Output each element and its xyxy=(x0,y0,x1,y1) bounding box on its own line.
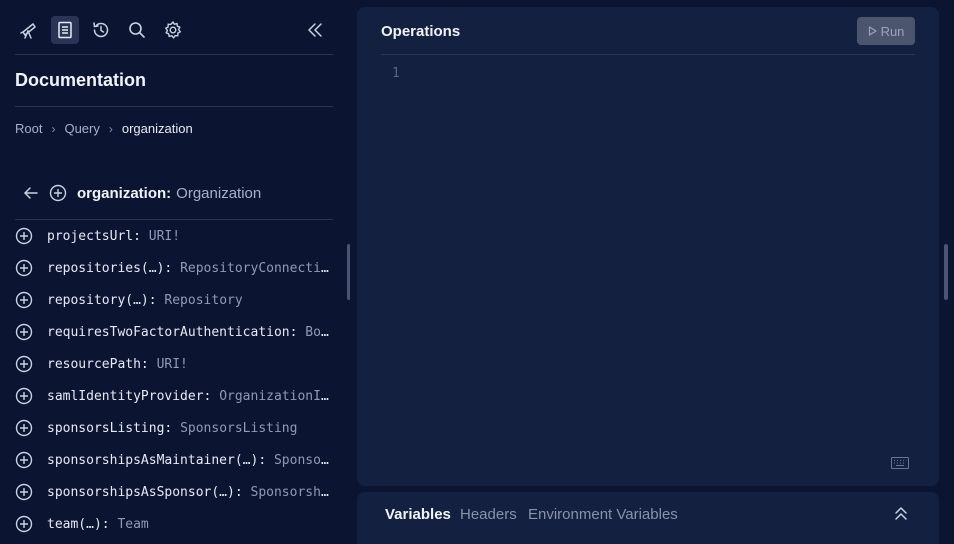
plus-circle-icon[interactable] xyxy=(15,323,47,341)
field-row-type[interactable]: Repository xyxy=(164,293,242,308)
docs-title: Documentation xyxy=(15,70,147,90)
search-icon xyxy=(129,22,145,38)
explorer-icon xyxy=(20,22,37,39)
code-input-area[interactable] xyxy=(417,62,915,442)
field-text: sponsorshipsAsSponsor(…): SponsorshipCon… xyxy=(47,485,333,500)
field-row[interactable]: team(…): Team xyxy=(15,508,333,540)
field-row[interactable]: sponsorshipsAsSponsor(…): SponsorshipCon… xyxy=(15,476,333,508)
editor-divider xyxy=(381,54,915,55)
tab-environment-variables[interactable]: Environment Variables xyxy=(528,506,678,523)
back-button[interactable] xyxy=(15,181,43,205)
docs-icon xyxy=(58,21,72,39)
field-row[interactable]: requiresTwoFactorAuthentication: Boolean xyxy=(15,316,333,348)
breadcrumb-query[interactable]: Query xyxy=(64,121,99,136)
field-row-name[interactable]: repository(…): xyxy=(47,293,157,308)
field-row[interactable]: samlIdentityProvider: OrganizationIdenti… xyxy=(15,380,333,412)
breadcrumb-root[interactable]: Root xyxy=(15,121,42,136)
plus-circle-icon[interactable] xyxy=(15,259,47,277)
sidebar-toolbar xyxy=(15,16,333,46)
field-row-type[interactable]: OrganizationIdentityProvider xyxy=(219,389,333,404)
fields-list: projectsUrl: URI! repositories(…): Reposi… xyxy=(15,220,333,540)
toolbar-divider xyxy=(15,54,333,55)
field-row-name[interactable]: resourcePath: xyxy=(47,357,149,372)
field-row-name[interactable]: repositories(…): xyxy=(47,261,172,276)
editor-scrollbar[interactable] xyxy=(944,244,948,300)
sidebar-scrollbar[interactable] xyxy=(347,244,350,300)
field-text: projectsUrl: URI! xyxy=(47,229,333,244)
tab-variables[interactable]: Variables xyxy=(385,506,451,523)
field-row[interactable]: repository(…): Repository xyxy=(15,284,333,316)
field-row-type[interactable]: URI! xyxy=(149,229,180,244)
field-row-name[interactable]: team(…): xyxy=(47,517,110,532)
field-row[interactable]: sponsorsListing: SponsorsListing xyxy=(15,412,333,444)
field-text: sponsorsListing: SponsorsListing xyxy=(47,421,333,436)
operations-title: Operations xyxy=(381,23,461,40)
field-row-type[interactable]: URI! xyxy=(157,357,188,372)
double-chevron-up-icon[interactable] xyxy=(893,505,909,521)
field-row[interactable]: repositories(…): RepositoryConnection! xyxy=(15,252,333,284)
field-row-name[interactable]: projectsUrl: xyxy=(47,229,141,244)
tab-headers[interactable]: Headers xyxy=(460,506,517,523)
field-header: organization: Organization xyxy=(15,181,333,205)
history-icon xyxy=(93,22,109,38)
bottom-panel: Variables Headers Environment Variables xyxy=(357,492,939,544)
double-chevron-left-icon xyxy=(308,23,322,37)
docs-button[interactable] xyxy=(51,16,79,44)
collapse-sidebar-button[interactable] xyxy=(301,16,329,44)
field-row-type[interactable]: SponsorshipConnection! xyxy=(251,485,334,500)
field-row-type[interactable]: SponsorsListing xyxy=(180,421,297,436)
play-icon xyxy=(868,26,877,36)
settings-button[interactable] xyxy=(159,16,187,44)
explorer-button[interactable] xyxy=(15,16,43,44)
field-row-type[interactable]: Team xyxy=(117,517,148,532)
arrow-left-icon xyxy=(24,187,38,199)
add-field-button[interactable] xyxy=(49,181,75,205)
field-text: samlIdentityProvider: OrganizationIdenti… xyxy=(47,389,333,404)
run-button[interactable]: Run xyxy=(857,17,915,45)
field-text: resourcePath: URI! xyxy=(47,357,333,372)
title-divider xyxy=(15,106,333,107)
breadcrumb-separator-icon: › xyxy=(51,121,56,136)
docs-sidebar: Documentation Root › Query › organizatio… xyxy=(0,0,350,544)
field-row-name[interactable]: sponsorshipsAsSponsor(…): xyxy=(47,485,243,500)
field-text: repositories(…): RepositoryConnection! xyxy=(47,261,333,276)
operations-editor: Operations Run 1 xyxy=(357,7,939,486)
breadcrumb: Root › Query › organization xyxy=(15,121,193,136)
field-text: team(…): Team xyxy=(47,517,333,532)
plus-circle-icon[interactable] xyxy=(15,483,47,501)
plus-circle-icon[interactable] xyxy=(15,419,47,437)
plus-circle-icon xyxy=(49,184,67,202)
field-row-name[interactable]: sponsorshipsAsMaintainer(…): xyxy=(47,453,266,468)
field-text: repository(…): Repository xyxy=(47,293,333,308)
field-row[interactable]: sponsorshipsAsMaintainer(…): Sponsorship… xyxy=(15,444,333,476)
field-text: requiresTwoFactorAuthentication: Boolean xyxy=(47,325,333,340)
breadcrumb-separator-icon: › xyxy=(108,121,113,136)
plus-circle-icon[interactable] xyxy=(15,291,47,309)
field-row-name[interactable]: requiresTwoFactorAuthentication: xyxy=(47,325,297,340)
keyboard-shortcuts-icon[interactable] xyxy=(891,457,909,469)
field-row-name[interactable]: sponsorsListing: xyxy=(47,421,172,436)
history-button[interactable] xyxy=(87,16,115,44)
run-label: Run xyxy=(880,23,905,39)
field-row-type[interactable]: Boolean xyxy=(305,325,333,340)
plus-circle-icon[interactable] xyxy=(15,515,47,533)
field-row-type[interactable]: RepositoryConnection! xyxy=(180,261,333,276)
plus-circle-icon[interactable] xyxy=(15,227,47,245)
field-name: organization: xyxy=(77,184,172,202)
gear-icon xyxy=(164,20,182,39)
search-button[interactable] xyxy=(123,16,151,44)
field-row-type[interactable]: SponsorshipConnection! xyxy=(274,453,333,468)
line-number: 1 xyxy=(392,66,400,81)
field-row[interactable]: projectsUrl: URI! xyxy=(15,220,333,252)
field-row-name[interactable]: samlIdentityProvider: xyxy=(47,389,211,404)
field-type-link[interactable]: Organization xyxy=(176,185,261,202)
field-text: sponsorshipsAsMaintainer(…): Sponsorship… xyxy=(47,453,333,468)
plus-circle-icon[interactable] xyxy=(15,451,47,469)
plus-circle-icon[interactable] xyxy=(15,355,47,373)
field-row[interactable]: resourcePath: URI! xyxy=(15,348,333,380)
breadcrumb-current: organization xyxy=(121,121,193,136)
plus-circle-icon[interactable] xyxy=(15,387,47,405)
